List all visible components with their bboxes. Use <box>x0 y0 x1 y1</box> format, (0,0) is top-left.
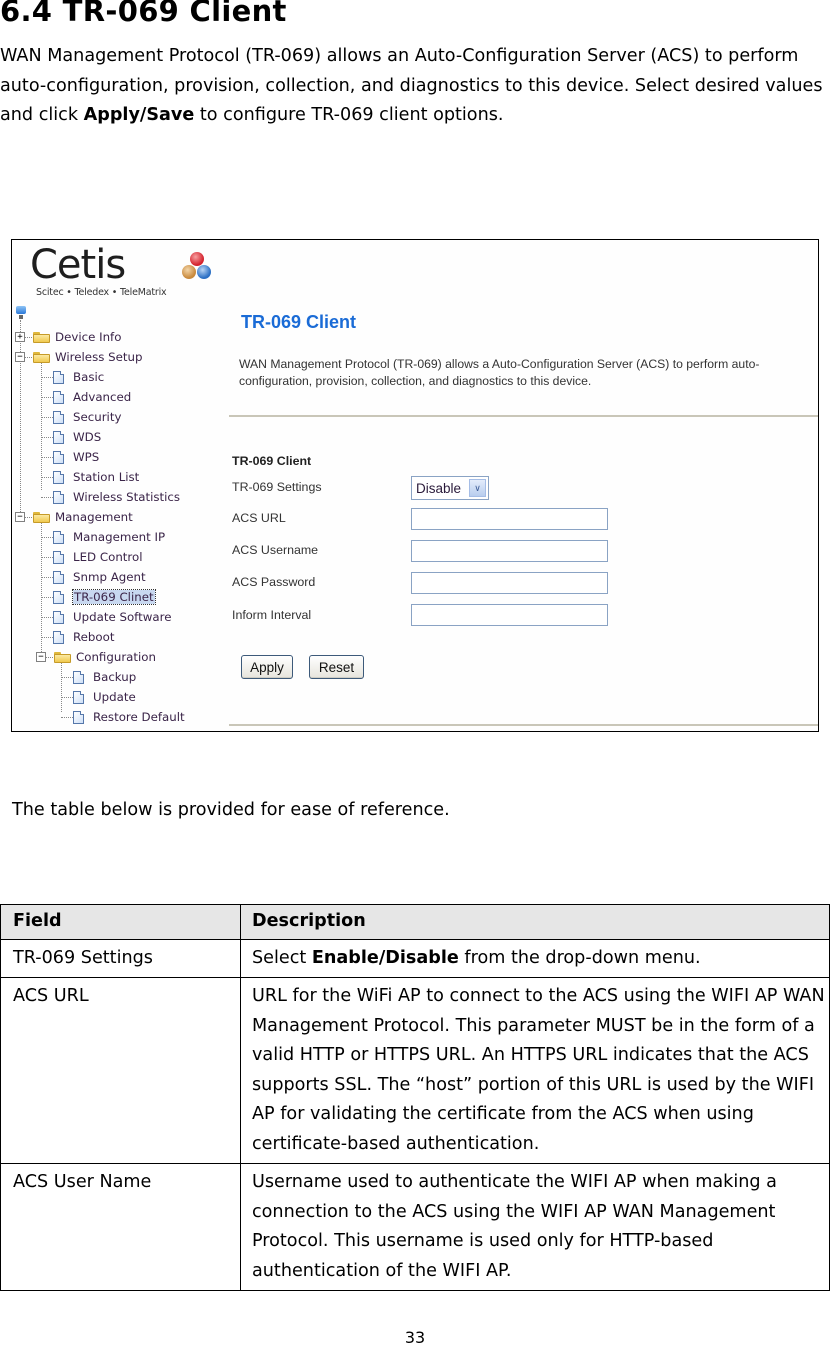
folder-open-icon <box>33 351 50 363</box>
tree-item-device-info[interactable]: Device Info <box>33 328 121 346</box>
pane-title: TR-069 Client <box>241 312 357 332</box>
page-icon <box>53 610 64 624</box>
reset-button[interactable]: Reset <box>309 655 364 679</box>
table-row: TR-069 Settings Select Enable/Disable fr… <box>0 938 830 978</box>
reference-note: The table below is provided for ease of … <box>12 800 450 820</box>
navigation-tree: + Device Info − Wireless Setup Basic Adv… <box>12 302 227 731</box>
acs-url-input[interactable] <box>411 508 608 530</box>
intro-paragraph: WAN Management Protocol (TR-069) allows … <box>0 42 830 131</box>
description-cell: URL for the WiFi AP to connect to the AC… <box>240 977 830 1164</box>
tree-item-wireless-statistics[interactable]: Wireless Statistics <box>53 488 180 506</box>
tree-item-configuration[interactable]: Configuration <box>54 648 156 666</box>
page-icon <box>53 570 64 584</box>
page-icon <box>53 590 64 604</box>
acs-url-label: ACS URL <box>232 511 286 525</box>
description-cell: Select Enable/Disable from the drop-down… <box>240 938 830 978</box>
page-icon <box>53 530 64 544</box>
logo-dots-icon <box>180 252 216 286</box>
folder-open-icon <box>33 511 50 523</box>
collapse-icon[interactable]: − <box>15 512 25 522</box>
folder-icon <box>33 331 50 343</box>
tree-item-advanced[interactable]: Advanced <box>53 388 131 406</box>
page-icon <box>53 410 64 424</box>
page-icon <box>73 710 84 724</box>
apply-button[interactable]: Apply <box>241 655 293 679</box>
divider <box>229 724 818 726</box>
tree-item-security[interactable]: Security <box>53 408 121 426</box>
reference-table: Field Description TR-069 Settings Select… <box>0 904 830 1291</box>
tree-item-tr069-client[interactable]: TR-069 Clinet <box>53 588 156 606</box>
description-cell: Username used to authenticate the WIFI A… <box>240 1163 830 1291</box>
field-cell: TR-069 Settings <box>0 938 241 978</box>
page-icon <box>53 470 64 484</box>
tr069-settings-select[interactable]: Disable ∨ <box>411 476 489 500</box>
embedded-screenshot: Cetis Scitec • Teledex • TeleMatrix + De… <box>11 239 819 732</box>
tree-item-label: Device Info <box>55 330 122 344</box>
intro-bold-text: Apply/Save <box>83 105 195 125</box>
pane-description: WAN Management Protocol (TR-069) allows … <box>239 357 760 388</box>
page-icon <box>53 370 64 384</box>
tree-item-update[interactable]: Update <box>73 688 136 706</box>
field-cell: ACS User Name <box>0 1163 241 1291</box>
table-header-row: Field Description <box>0 904 830 940</box>
tree-item-station-list[interactable]: Station List <box>53 468 139 486</box>
tree-item-label: Wireless Setup <box>55 350 143 364</box>
tree-item-wds[interactable]: WDS <box>53 428 101 446</box>
table-row: ACS User Name Username used to authentic… <box>0 1163 830 1291</box>
folder-open-icon <box>54 651 71 663</box>
tree-item-update-software[interactable]: Update Software <box>53 608 171 626</box>
tree-item-wps[interactable]: WPS <box>53 448 99 466</box>
logo-tagline: Scitec • Teledex • TeleMatrix <box>36 287 167 298</box>
collapse-icon[interactable]: − <box>36 652 46 662</box>
page-icon <box>73 670 84 684</box>
tr069-settings-value: Disable <box>416 480 462 496</box>
table-row: ACS URL URL for the WiFi AP to connect t… <box>0 977 830 1164</box>
tree-item-management-ip[interactable]: Management IP <box>53 528 165 546</box>
tree-item-management[interactable]: Management <box>33 508 133 526</box>
tree-item-backup[interactable]: Backup <box>73 668 136 686</box>
tree-item-label: Management <box>55 510 133 524</box>
page-icon <box>53 630 64 644</box>
computer-icon <box>16 306 26 320</box>
tr069-settings-label: TR-069 Settings <box>232 480 322 494</box>
header-field: Field <box>0 904 241 940</box>
tree-item-label: Configuration <box>76 650 157 664</box>
divider <box>229 415 818 417</box>
page-icon <box>53 390 64 404</box>
tree-item-wireless-setup[interactable]: Wireless Setup <box>33 348 142 366</box>
acs-password-input[interactable] <box>411 572 608 594</box>
section-heading: 6.4 TR-069 Client <box>0 0 287 28</box>
expand-icon[interactable]: + <box>15 332 25 342</box>
inform-interval-label: Inform Interval <box>232 608 312 622</box>
intro-text-end: to configure TR-069 client options. <box>194 105 504 125</box>
header-description: Description <box>240 904 830 940</box>
page-icon <box>53 490 64 504</box>
page-icon <box>53 550 64 564</box>
collapse-icon[interactable]: − <box>15 352 25 362</box>
logo-wordmark: Cetis <box>30 242 126 288</box>
field-cell: ACS URL <box>0 977 241 1164</box>
form-heading: TR-069 Client <box>232 454 312 468</box>
tree-item-reboot[interactable]: Reboot <box>53 628 114 646</box>
inform-interval-input[interactable] <box>411 604 608 626</box>
tree-item-restore-default[interactable]: Restore Default <box>73 708 185 726</box>
cetis-logo: Cetis Scitec • Teledex • TeleMatrix <box>30 242 216 298</box>
acs-password-label: ACS Password <box>232 575 316 589</box>
tree-item-basic[interactable]: Basic <box>53 368 104 386</box>
tree-item-led-control[interactable]: LED Control <box>53 548 143 566</box>
tree-item-snmp-agent[interactable]: Snmp Agent <box>53 568 146 586</box>
chevron-down-icon[interactable]: ∨ <box>469 479 486 497</box>
acs-username-label: ACS Username <box>232 543 319 557</box>
acs-username-input[interactable] <box>411 540 608 562</box>
page-icon <box>53 450 64 464</box>
page-icon <box>73 690 84 704</box>
page-icon <box>53 430 64 444</box>
page-number: 33 <box>404 1328 426 1347</box>
